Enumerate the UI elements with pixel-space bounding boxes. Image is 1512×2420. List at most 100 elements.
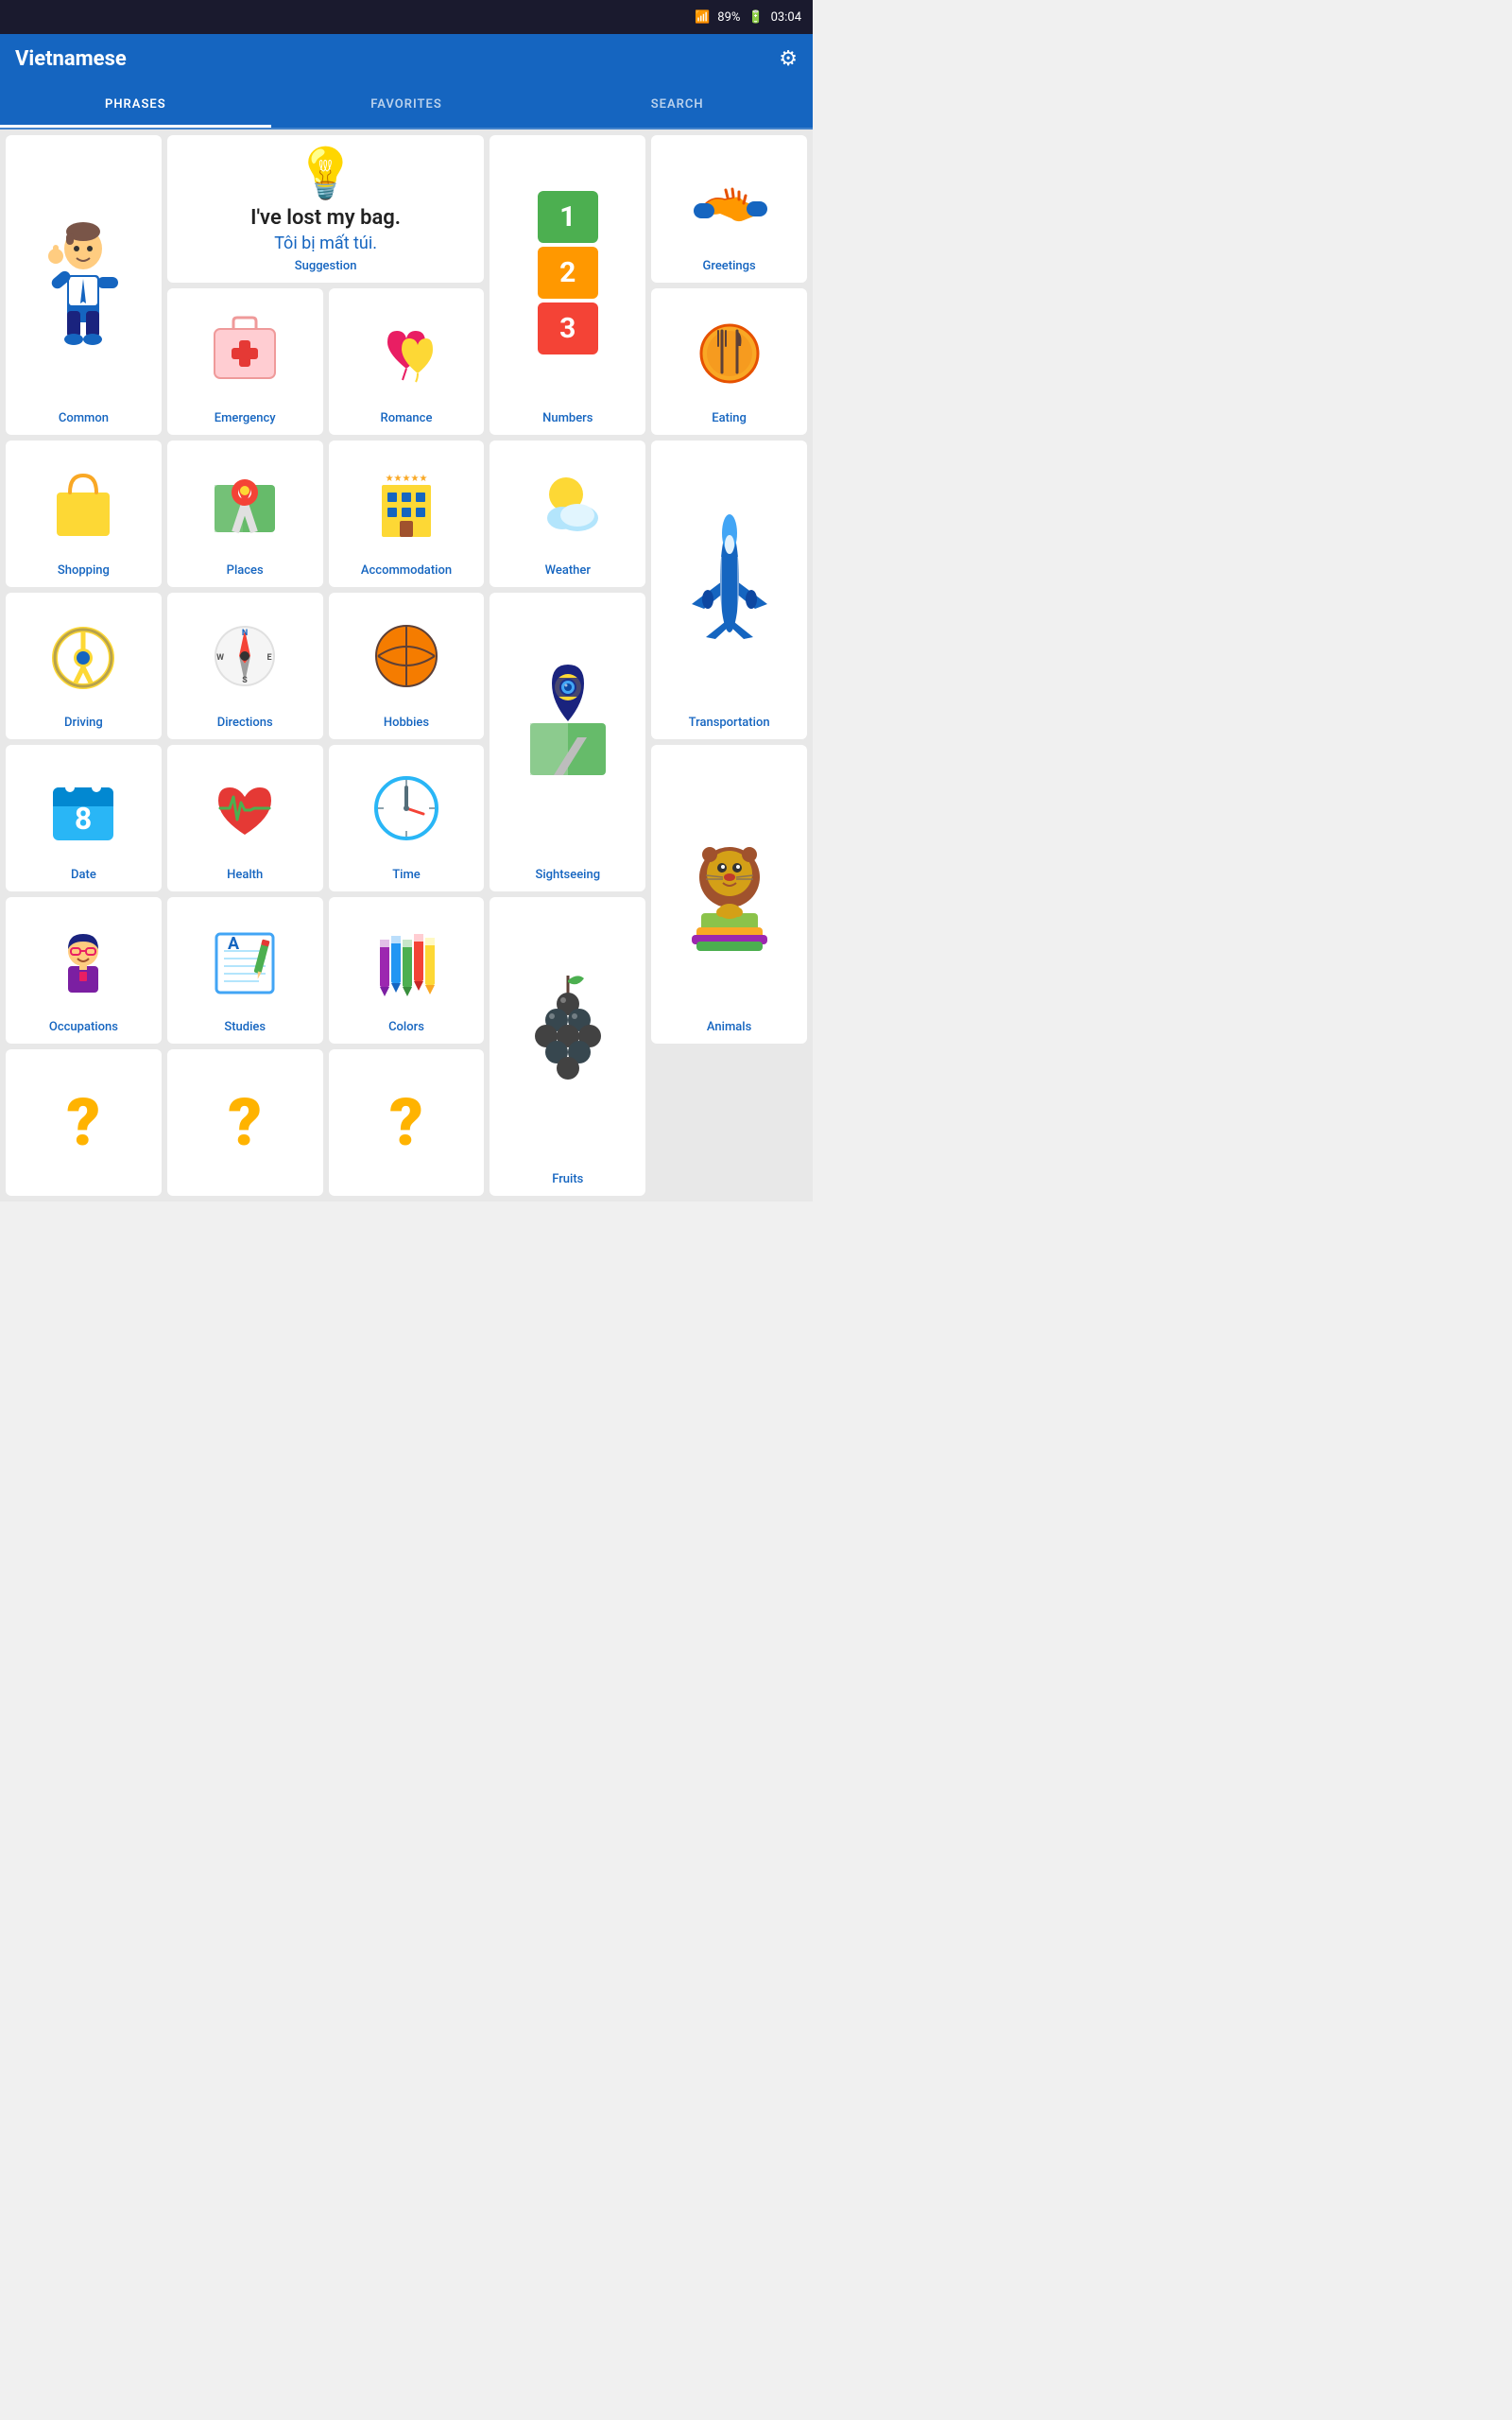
number-2: 2 (538, 247, 598, 299)
lightbulb-icon: 💡 (295, 145, 356, 202)
tab-search[interactable]: SEARCH (541, 84, 813, 128)
hobbies-label: Hobbies (384, 716, 429, 730)
card-time[interactable]: Time (329, 745, 485, 891)
romance-label: Romance (381, 411, 433, 425)
shopping-label: Shopping (58, 563, 110, 578)
time-display: 03:04 (771, 10, 801, 25)
wifi-icon: 📶 (695, 10, 710, 25)
card-weather[interactable]: Weather (490, 441, 645, 587)
animals-label: Animals (707, 1020, 751, 1034)
sightseeing-label: Sightseeing (535, 868, 600, 882)
question-icon-1: ? (11, 1059, 156, 1186)
weather-icon (495, 450, 640, 558)
common-label: Common (59, 411, 109, 425)
date-icon: 8 (11, 754, 156, 862)
svg-text:★★★★★: ★★★★★ (386, 474, 428, 484)
studies-label: Studies (224, 1020, 266, 1034)
health-label: Health (227, 868, 263, 882)
time-label: Time (392, 868, 421, 882)
card-unknown-3[interactable]: ? (329, 1049, 485, 1196)
numbers-icon: 1 2 3 (495, 145, 640, 406)
svg-text:A: A (228, 934, 240, 954)
card-hobbies[interactable]: Hobbies (329, 593, 485, 739)
date-label: Date (71, 868, 96, 882)
card-colors[interactable]: Colors (329, 897, 485, 1044)
card-accommodation[interactable]: ★★★★★ Accommodation (329, 441, 485, 587)
suggestion-label: Suggestion (295, 259, 357, 273)
status-bar: 📶 89% 🔋 03:04 (0, 0, 813, 34)
card-suggestion[interactable]: 💡 I've lost my bag. Tôi bị mất túi. Sugg… (167, 135, 485, 283)
occupations-label: Occupations (49, 1020, 118, 1034)
occupations-icon (11, 907, 156, 1014)
colors-label: Colors (388, 1020, 424, 1034)
transportation-label: Transportation (689, 716, 770, 730)
emergency-icon (173, 298, 318, 406)
suggestion-vietnamese: Tôi bị mất túi. (274, 233, 377, 253)
animals-icon (657, 754, 801, 1014)
app-title: Vietnamese (15, 47, 127, 71)
card-directions[interactable]: N S W E Directions (167, 593, 323, 739)
places-icon (173, 450, 318, 558)
svg-text:E: E (267, 653, 272, 663)
card-places[interactable]: Places (167, 441, 323, 587)
card-emergency[interactable]: Emergency (167, 288, 323, 435)
app-header: Vietnamese ⚙ (0, 34, 813, 84)
emergency-label: Emergency (215, 411, 276, 425)
question-icon-2: ? (173, 1059, 318, 1186)
time-icon (335, 754, 479, 862)
card-occupations[interactable]: Occupations (6, 897, 162, 1044)
tab-phrases[interactable]: PHRASES (0, 84, 271, 128)
number-1: 1 (538, 191, 598, 243)
eating-label: Eating (712, 411, 747, 425)
card-fruits[interactable]: Fruits (490, 897, 645, 1196)
battery-text: 89% (717, 10, 740, 25)
card-eating[interactable]: Eating (651, 288, 807, 435)
driving-label: Driving (64, 716, 103, 730)
studies-icon: A (173, 907, 318, 1014)
colors-icon (335, 907, 479, 1014)
shopping-icon (11, 450, 156, 558)
card-unknown-1[interactable]: ? (6, 1049, 162, 1196)
card-unknown-2[interactable]: ? (167, 1049, 323, 1196)
svg-text:N: N (242, 629, 248, 638)
sightseeing-icon (495, 602, 640, 862)
fruits-label: Fruits (552, 1172, 583, 1186)
places-label: Places (227, 563, 264, 578)
health-icon (173, 754, 318, 862)
tab-favorites[interactable]: FAVORITES (271, 84, 542, 128)
card-shopping[interactable]: Shopping (6, 441, 162, 587)
weather-label: Weather (545, 563, 591, 578)
main-content: Common 💡 I've lost my bag. Tôi bị mất tú… (0, 130, 813, 1201)
card-numbers[interactable]: 1 2 3 Numbers (490, 135, 645, 435)
card-common[interactable]: Common (6, 135, 162, 435)
svg-text:S: S (242, 676, 248, 685)
accommodation-icon: ★★★★★ (335, 450, 479, 558)
fruits-icon (495, 907, 640, 1167)
accommodation-label: Accommodation (361, 563, 452, 578)
card-driving[interactable]: Driving (6, 593, 162, 739)
tabs-bar: PHRASES FAVORITES SEARCH (0, 84, 813, 130)
card-date[interactable]: 8 Date (6, 745, 162, 891)
eating-icon (657, 298, 801, 406)
card-romance[interactable]: Romance (329, 288, 485, 435)
card-sightseeing[interactable]: Sightseeing (490, 593, 645, 891)
svg-text:W: W (216, 653, 224, 663)
suggestion-content: 💡 I've lost my bag. Tôi bị mất túi. Sugg… (173, 145, 479, 273)
question-icon-3: ? (335, 1059, 479, 1186)
driving-icon (11, 602, 156, 710)
svg-text:8: 8 (75, 801, 92, 837)
card-health[interactable]: Health (167, 745, 323, 891)
card-transportation[interactable]: Transportation (651, 441, 807, 739)
card-studies[interactable]: A Studies (167, 897, 323, 1044)
numbers-label: Numbers (542, 411, 593, 425)
card-animals[interactable]: Animals (651, 745, 807, 1044)
card-greetings[interactable]: Greetings (651, 135, 807, 283)
directions-label: Directions (217, 716, 273, 730)
battery-icon: 🔋 (747, 10, 763, 25)
settings-button[interactable]: ⚙ (779, 47, 798, 71)
number-3: 3 (538, 302, 598, 354)
common-icon (11, 145, 156, 406)
greetings-icon (657, 145, 801, 253)
category-grid: Common 💡 I've lost my bag. Tôi bị mất tú… (6, 135, 807, 1196)
hobbies-icon (335, 602, 479, 710)
